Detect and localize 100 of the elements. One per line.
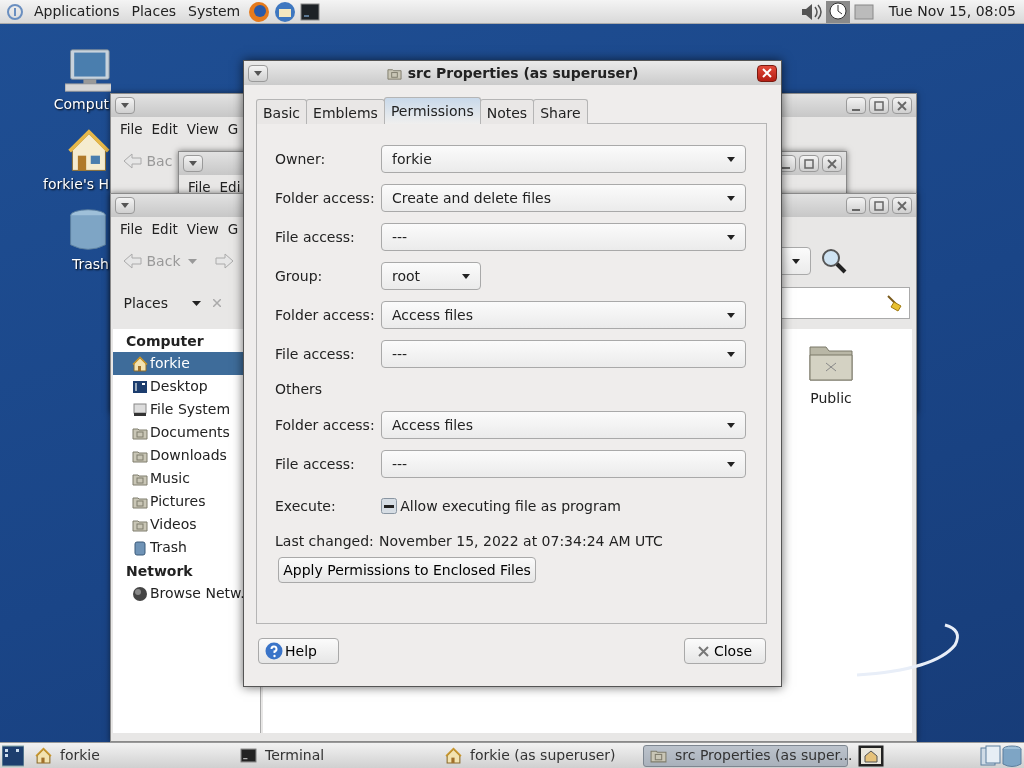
close-button[interactable] [822, 155, 842, 172]
taskbar-button[interactable]: Terminal [233, 744, 438, 767]
window-menu-button[interactable] [115, 197, 135, 214]
clock-icon[interactable] [826, 0, 851, 23]
sidebar-item[interactable]: Downloads [113, 444, 260, 467]
close-button[interactable]: Close [684, 638, 766, 664]
field-label: Folder access: [275, 415, 376, 435]
minimize-button[interactable] [846, 97, 866, 114]
home-icon [35, 747, 52, 764]
caret-icon [792, 258, 800, 264]
field-label: Folder access: [275, 188, 376, 208]
apply-button[interactable]: Apply Permissions to Enclosed Files [278, 557, 536, 583]
maximize-button[interactable] [799, 155, 819, 172]
panel-clock[interactable]: Tue Nov 15, 08:05 [884, 1, 1020, 22]
close-button[interactable] [892, 197, 912, 214]
menu-item[interactable]: View [181, 118, 223, 140]
caret-icon [727, 156, 735, 162]
dropdown[interactable]: --- [381, 223, 746, 251]
tab[interactable]: Basic [256, 99, 308, 124]
show-desktop-icon[interactable] [2, 744, 24, 767]
caret-icon[interactable] [192, 300, 201, 306]
field-label: Owner: [275, 149, 327, 169]
desktop-icon-label[interactable]: Trash [72, 254, 109, 275]
taskbar-button[interactable]: forkie [28, 744, 233, 767]
window-menu-button[interactable] [248, 64, 268, 82]
caret-icon [727, 461, 735, 467]
dropdown[interactable]: Create and delete files [381, 184, 746, 212]
taskbar-button[interactable]: forkie (as superuser) [438, 744, 643, 767]
dropdown[interactable]: Access files [381, 411, 746, 439]
logo-icon[interactable] [4, 2, 26, 21]
sidebar-item[interactable]: Browse Netw. [113, 582, 260, 605]
dropdown[interactable]: forkie [381, 145, 746, 173]
tab[interactable]: Notes [479, 99, 535, 124]
desktop-icon-label[interactable]: Comput [53, 94, 109, 115]
sidebar-item[interactable]: Music [113, 467, 260, 490]
tab[interactable]: Permissions [383, 97, 481, 124]
dropdown[interactable]: --- [381, 450, 746, 478]
browser-icon[interactable] [248, 0, 271, 23]
maximize-button[interactable] [869, 97, 889, 114]
menu-item[interactable]: Edit [146, 118, 182, 140]
menu-item[interactable]: File [183, 176, 215, 198]
desktop-icon-label[interactable]: forkie's H [43, 174, 109, 195]
menu-item[interactable]: G [222, 218, 243, 240]
caret-icon [462, 273, 470, 279]
section-label: Others [275, 380, 323, 399]
menu-item[interactable]: G [222, 118, 243, 140]
caret-icon [121, 203, 129, 208]
window-menu-button[interactable] [183, 155, 203, 172]
broom-icon[interactable] [884, 294, 903, 312]
help-icon [265, 642, 283, 660]
side-pane-title[interactable]: Places [117, 292, 174, 314]
speaker-icon[interactable] [800, 1, 823, 22]
panel-menu[interactable]: Applications [30, 1, 124, 22]
field-label: Last changed: [275, 532, 375, 551]
mail-client-icon[interactable] [274, 0, 297, 23]
caret-icon [189, 161, 197, 166]
maximize-button[interactable] [869, 197, 889, 214]
field-label: Group: [275, 266, 324, 286]
back-arrow-icon [121, 151, 143, 171]
minimize-button[interactable] [846, 197, 866, 214]
window-title: src Properties (as superuser) [407, 63, 639, 83]
sidebar-item[interactable]: File System [113, 398, 260, 421]
sidebar-item[interactable]: Documents [113, 421, 260, 444]
window-menu-button[interactable] [115, 97, 135, 114]
workspace-switcher[interactable] [858, 744, 884, 767]
sidebar-item[interactable]: Videos [113, 513, 260, 536]
close-icon [897, 200, 907, 211]
caret-icon [727, 422, 735, 428]
close-icon [827, 158, 837, 169]
terminal-icon[interactable] [300, 2, 321, 21]
close-button[interactable] [757, 64, 777, 82]
tab[interactable]: Emblems [306, 99, 385, 124]
tab[interactable]: Share [533, 99, 588, 124]
menu-item[interactable]: Edi [214, 176, 245, 198]
dropdown[interactable]: --- [381, 340, 746, 368]
dropdown[interactable]: root [381, 262, 481, 290]
panel-menu[interactable]: Places [127, 1, 181, 22]
computer-icon[interactable] [65, 47, 111, 95]
field-label: File access: [275, 454, 356, 474]
menu-item[interactable]: Edit [146, 218, 182, 240]
panel-menu[interactable]: System [184, 1, 245, 22]
menu-item[interactable]: File [115, 118, 147, 140]
sidebar-item[interactable]: Trash [113, 536, 260, 559]
maximize-icon [804, 158, 814, 169]
close-button[interactable] [892, 97, 912, 114]
menu-item[interactable]: File [115, 218, 147, 240]
caret-icon [727, 312, 735, 318]
sidebar-item[interactable]: Pictures [113, 490, 260, 513]
close-icon [762, 68, 772, 78]
help-button[interactable]: Help [258, 638, 339, 664]
maximize-icon [874, 100, 884, 111]
menu-item[interactable]: View [181, 218, 223, 240]
checkbox[interactable]: Allow executing file as program [381, 495, 621, 517]
dropdown[interactable]: Access files [381, 301, 746, 329]
caret-icon [727, 195, 735, 201]
file-label[interactable]: Public [810, 387, 852, 409]
sidebar-item[interactable]: Desktop [113, 375, 260, 398]
field-value: November 15, 2022 at 07:34:24 AM UTC [379, 532, 663, 551]
search-icon[interactable] [820, 247, 849, 275]
close-icon [897, 100, 907, 111]
